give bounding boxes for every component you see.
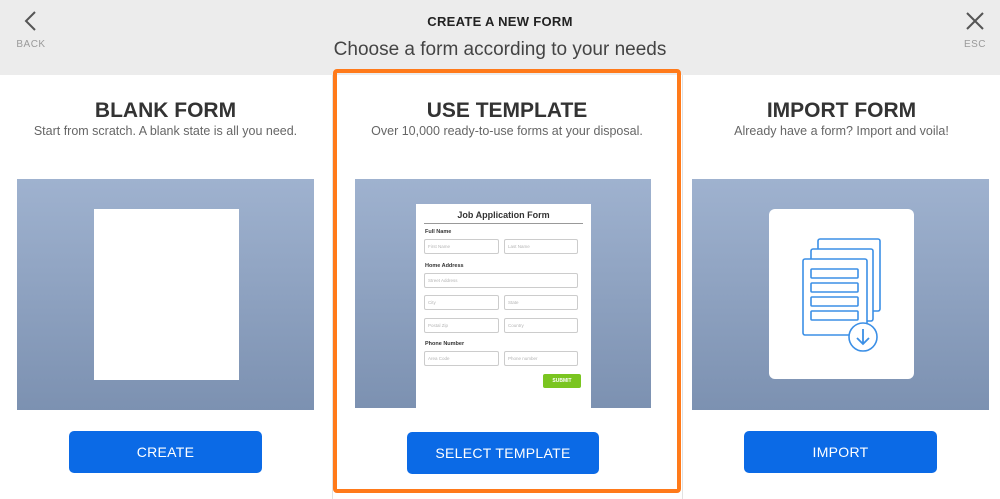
blank-page-illustration [94, 209, 239, 380]
header-bar: BACK CREATE A NEW FORM Choose a form acc… [0, 0, 1000, 75]
esc-button[interactable]: ESC [950, 10, 1000, 50]
close-icon [966, 12, 984, 30]
download-arrow-icon [848, 322, 878, 352]
import-button[interactable]: IMPORT [744, 431, 937, 473]
blank-form-title: BLANK FORM [94, 99, 237, 122]
blank-form-option[interactable]: BLANK FORM Start from scratch. A blank s… [0, 75, 331, 499]
create-button[interactable]: CREATE [69, 431, 262, 473]
blank-form-description: Start from scratch. A blank state is all… [33, 124, 298, 138]
page-subtitle: Choose a form according to your needs [333, 39, 667, 60]
import-form-option[interactable]: IMPORT FORM Already have a form? Import … [683, 75, 1000, 499]
page-title: CREATE A NEW FORM [427, 14, 573, 29]
document-import-icon [802, 238, 881, 352]
import-illustration-card [769, 209, 914, 379]
esc-label: ESC [963, 39, 987, 50]
import-form-description: Already have a form? Import and voila! [734, 124, 949, 138]
selected-option-highlight [333, 69, 681, 493]
import-preview[interactable] [692, 179, 989, 410]
import-form-title: IMPORT FORM [766, 99, 917, 122]
blank-form-preview[interactable] [17, 179, 314, 410]
